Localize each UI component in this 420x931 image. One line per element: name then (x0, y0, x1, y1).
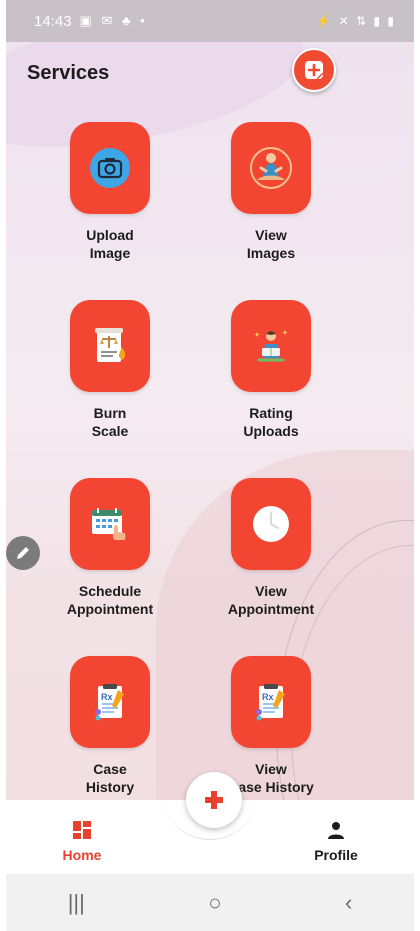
home-icon[interactable]: ○ (208, 890, 221, 916)
nav-home[interactable]: Home (42, 820, 122, 863)
notification-icons: ▣ ✉ ♣ • (79, 13, 148, 28)
service-case-history[interactable]: Rx Case History (62, 656, 158, 796)
app-screen: 14:43 ▣ ✉ ♣ • ⚡ ✕ ⇅ ▮ ▮ Services Upload … (6, 0, 414, 931)
schedule-appointment-button[interactable] (70, 478, 150, 570)
status-bar: 14:43 ▣ ✉ ♣ • ⚡ ✕ ⇅ ▮ ▮ (6, 0, 414, 42)
medical-cross-icon (205, 791, 223, 809)
service-label: Burn Scale (91, 405, 129, 439)
svg-text:Rx: Rx (262, 692, 274, 702)
view-case-history-button[interactable]: Rx (231, 656, 311, 748)
case-history-button[interactable]: Rx (70, 656, 150, 748)
system-navigation-bar: ||| ○ ‹ (6, 874, 414, 931)
service-schedule-appointment[interactable]: Schedule Appointment (45, 478, 175, 618)
service-rating-uploads[interactable]: Rating Uploads (223, 300, 319, 440)
svg-text:Rx: Rx (101, 692, 113, 702)
service-view-images[interactable]: View Images (223, 122, 319, 262)
prescription-icon: Rx (256, 684, 285, 721)
service-label: Upload Image (86, 227, 134, 261)
scale-document-icon (95, 328, 126, 362)
page-title: Services (27, 62, 110, 84)
prescription-icon: Rx (95, 684, 124, 721)
reading-person-icon (254, 330, 288, 362)
view-appointment-button[interactable] (231, 478, 311, 570)
person-icon (328, 822, 344, 839)
add-button[interactable] (292, 48, 336, 92)
nav-profile[interactable]: Profile (296, 820, 376, 863)
nav-profile-label: Profile (314, 847, 358, 863)
service-label: View Appointment (227, 583, 315, 617)
pencil-icon (17, 547, 29, 559)
view-images-button[interactable] (231, 122, 311, 214)
system-status-icons: ⚡ ✕ ⇅ ▮ ▮ (316, 14, 396, 28)
clock-icon (253, 506, 289, 542)
service-burn-scale[interactable]: Burn Scale (62, 300, 158, 440)
back-icon[interactable]: ‹ (345, 890, 352, 916)
rating-uploads-button[interactable] (231, 300, 311, 392)
service-label: Schedule Appointment (66, 583, 154, 617)
service-label: Rating Uploads (243, 405, 299, 439)
status-time: 14:43 (34, 12, 72, 30)
dashboard-icon (73, 821, 91, 839)
calendar-icon (92, 508, 126, 540)
service-view-appointment[interactable]: View Appointment (206, 478, 336, 618)
add-note-icon (305, 61, 324, 80)
upload-image-button[interactable] (70, 122, 150, 214)
service-label: Case History (85, 761, 135, 795)
meditation-icon (250, 147, 292, 189)
camera-icon (90, 148, 130, 188)
burn-scale-button[interactable] (70, 300, 150, 392)
nav-home-label: Home (62, 847, 102, 863)
medical-fab-button[interactable] (186, 772, 242, 828)
recent-apps-icon[interactable]: ||| (68, 890, 85, 916)
service-label: View Images (246, 227, 296, 261)
service-upload-image[interactable]: Upload Image (62, 122, 158, 262)
edit-button[interactable] (6, 536, 40, 570)
